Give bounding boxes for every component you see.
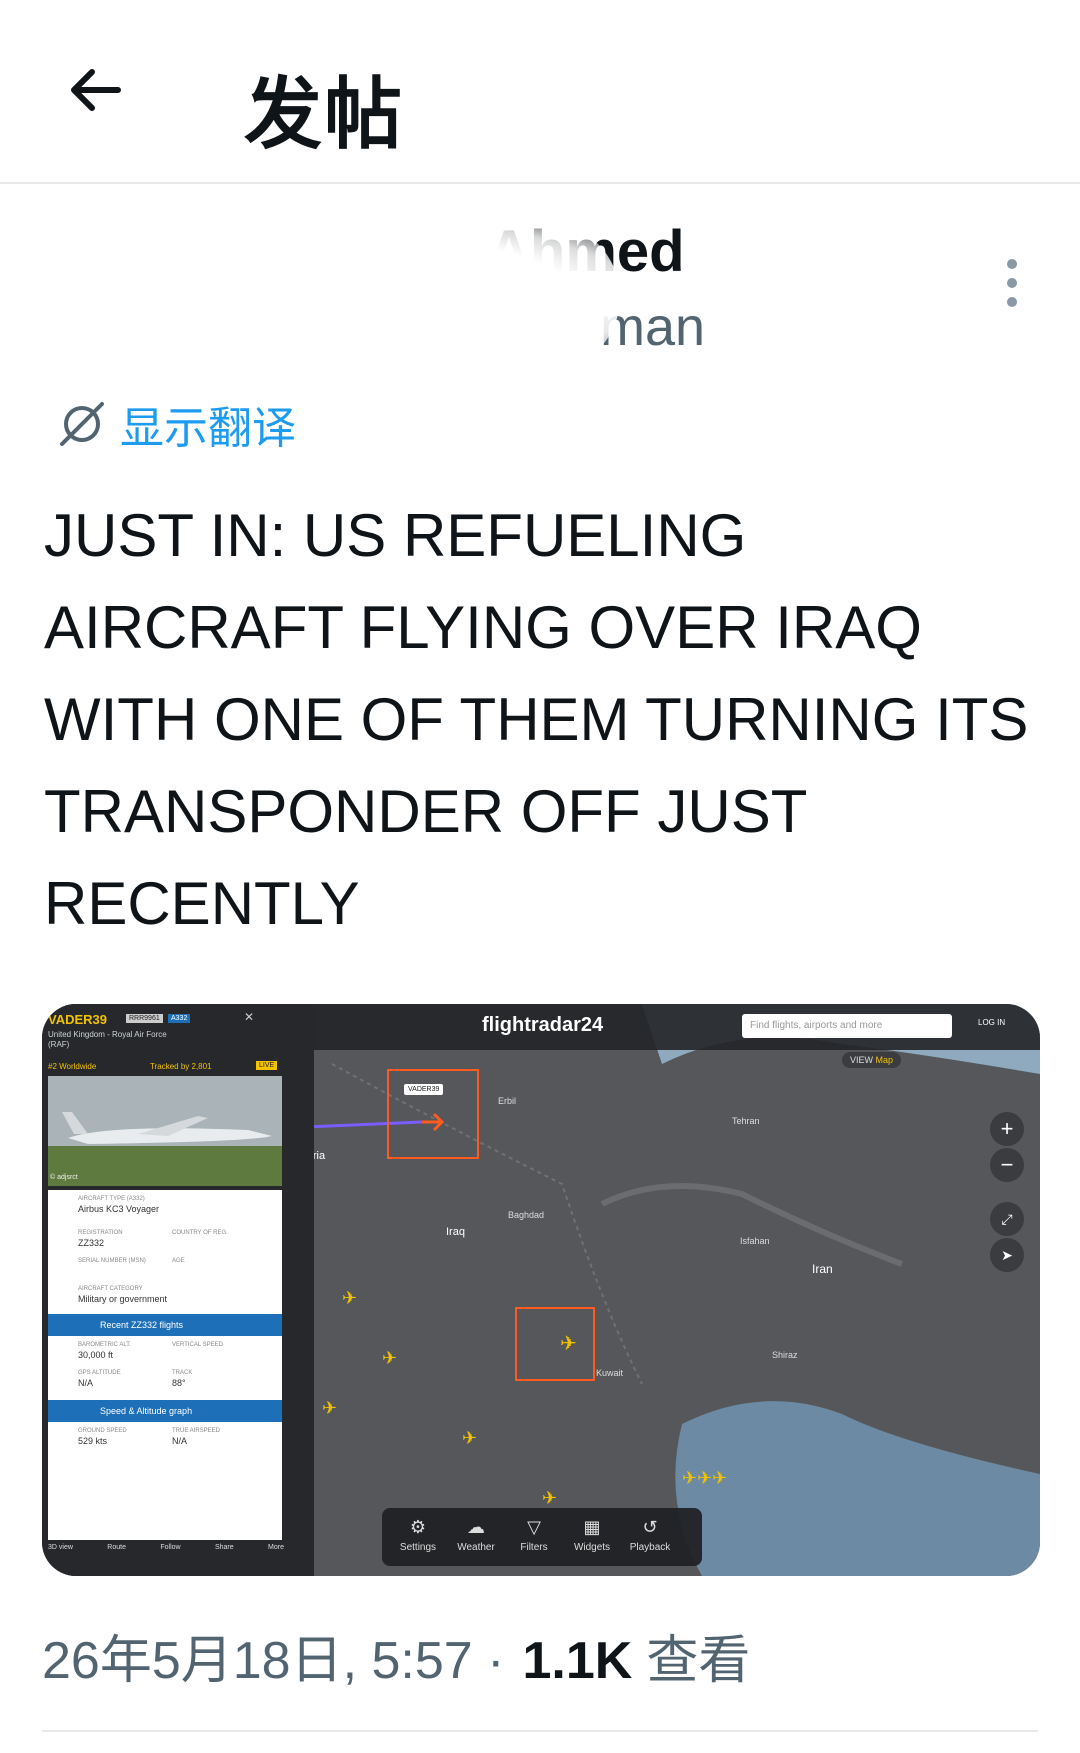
speed-altitude-graph-row[interactable]: Speed & Altitude graph: [48, 1400, 282, 1422]
recent-flights-row[interactable]: Recent ZZ332 flights: [48, 1314, 282, 1336]
post-text: JUST IN: US REFUELING AIRCRAFT FLYING OV…: [44, 502, 1029, 937]
show-translation-link[interactable]: 显示翻译: [58, 392, 296, 456]
svg-text:✈: ✈: [462, 1428, 477, 1449]
map-search-input[interactable]: Find flights, airports and more: [742, 1014, 952, 1038]
type-badge: A332: [168, 1014, 191, 1023]
operator-short: (RAF): [48, 1040, 70, 1049]
map-label-iran: Iran: [812, 1262, 833, 1276]
views-count: 1.1K: [522, 1632, 633, 1690]
ground-speed: 529 kts: [78, 1436, 108, 1446]
operator-name: United Kingdom - Royal Air Force: [48, 1030, 167, 1039]
tracked-count: Tracked by 2,801: [150, 1062, 212, 1071]
gear-icon: ⚙: [409, 1517, 427, 1537]
weather-icon: ☁: [467, 1517, 485, 1537]
track: 88°: [172, 1378, 186, 1388]
worldwide-rank: #2 Worldwide: [48, 1062, 97, 1071]
settings-button[interactable]: ⚙ Settings: [390, 1516, 446, 1553]
weather-button[interactable]: ☁ Weather: [448, 1516, 504, 1553]
playback-icon: ↺: [642, 1517, 658, 1537]
more-options-icon[interactable]: [1000, 258, 1024, 308]
post-timestamp: 26年5月18日, 5:57 ·: [42, 1632, 505, 1690]
panel-action-more[interactable]: More: [268, 1544, 284, 1551]
views-label: 查看: [646, 1631, 751, 1691]
true-airspeed-label: TRUE AIRSPEED: [172, 1428, 221, 1434]
baro-alt: 30,000 ft: [78, 1350, 114, 1360]
svg-text:✈: ✈: [342, 1288, 357, 1309]
panel-action-share[interactable]: Share: [215, 1544, 234, 1551]
category: Military or government: [78, 1294, 168, 1304]
gps-label: GPS ALTITUDE: [78, 1370, 121, 1376]
arrow-left-icon[interactable]: [60, 50, 140, 130]
registration: ZZ332: [78, 1238, 105, 1248]
category-label: AIRCRAFT CATEGORY: [78, 1286, 143, 1292]
live-badge: LIVE: [256, 1061, 278, 1070]
map-label-isfahan: Isfahan: [740, 1236, 770, 1246]
svg-text:✈: ✈: [322, 1398, 337, 1419]
photo-credit: © adjsrct: [50, 1174, 78, 1181]
map-label-erbil: Erbil: [498, 1096, 517, 1106]
post-image[interactable]: ✈ ✈ ✈ ✈ ✈ ✈✈✈ ✈ Syria Iraq Iran Baghdad …: [42, 1004, 1040, 1576]
panel-action-bar: 3D view Route Follow Share More: [48, 1544, 284, 1551]
redaction-blur: [40, 222, 620, 372]
aircraft-type: Airbus KC3 Voyager: [78, 1204, 160, 1214]
age-label: AGE: [172, 1258, 185, 1264]
view-label: VIEW: [850, 1055, 874, 1065]
translate-icon: [60, 402, 104, 446]
filters-button[interactable]: ▽ Filters: [506, 1516, 562, 1553]
map-label-tehran: Tehran: [732, 1116, 760, 1126]
svg-text:✈: ✈: [382, 1348, 397, 1369]
svg-text:✈: ✈: [560, 1331, 577, 1355]
baro-label: BAROMETRIC ALT.: [78, 1342, 131, 1348]
map-bottom-bar: ⚙ Settings ☁ Weather ▽ Filters ▦ Widgets ↺ Pl…: [382, 1508, 702, 1566]
post-meta: 26年5月18日, 5:57 · 1.1K 查看: [42, 1618, 750, 1693]
translate-label: 显示翻译: [120, 403, 296, 454]
registration-label: REGISTRATION: [78, 1230, 123, 1236]
flight-detail-panel: VADER39 RRR9961 A332 ✕ United Kingdom - …: [42, 1004, 314, 1576]
map-label-iraq: Iraq: [446, 1226, 465, 1238]
zoom-in-button[interactable]: +: [990, 1112, 1024, 1146]
locate-icon[interactable]: ➤: [990, 1238, 1024, 1272]
divider: [42, 1730, 1038, 1732]
gps-alt: N/A: [78, 1378, 94, 1388]
map-label-kuwait: Kuwait: [596, 1368, 624, 1378]
playback-button[interactable]: ↺ Playback: [622, 1516, 678, 1553]
widgets-button[interactable]: ▦ Widgets: [564, 1516, 620, 1553]
flight-badge: RRR9961: [126, 1014, 163, 1023]
country-label: COUNTRY OF REG.: [172, 1230, 228, 1236]
view-value: Map: [875, 1055, 894, 1065]
serial-label: SERIAL NUMBER (MSN): [78, 1258, 146, 1264]
close-icon[interactable]: ✕: [244, 1010, 254, 1024]
map-label-baghdad: Baghdad: [508, 1210, 545, 1220]
widgets-icon: ▦: [583, 1517, 601, 1537]
vader-map-tag[interactable]: VADER39: [404, 1084, 444, 1095]
panel-action-follow[interactable]: Follow: [160, 1544, 180, 1551]
aircraft-type-label: AIRCRAFT TYPE (A332): [78, 1196, 145, 1202]
view-selector[interactable]: VIEW Map: [842, 1052, 902, 1068]
zoom-out-button[interactable]: −: [990, 1148, 1024, 1182]
top-bar: [0, 0, 1080, 184]
svg-text:✈✈✈: ✈✈✈: [682, 1468, 727, 1489]
ground-speed-label: GROUND SPEED: [78, 1428, 127, 1434]
map-label-shiraz: Shiraz: [772, 1350, 798, 1360]
detail-card: AIRCRAFT TYPE (A332) Airbus KC3 Voyager …: [48, 1190, 282, 1540]
svg-text:✈: ✈: [542, 1488, 557, 1509]
true-airspeed: N/A: [172, 1436, 188, 1446]
flightradar-logo: flightradar24: [482, 1014, 604, 1036]
track-label: TRACK: [172, 1370, 193, 1376]
flight-callsign: VADER39: [48, 1012, 108, 1027]
login-button[interactable]: LOG IN: [978, 1018, 1005, 1027]
panel-action-route[interactable]: Route: [107, 1544, 126, 1551]
aircraft-photo[interactable]: [48, 1076, 282, 1186]
vertical-speed-label: VERTICAL SPEED: [172, 1342, 224, 1348]
fullscreen-icon[interactable]: ⤢: [990, 1202, 1024, 1236]
panel-action-3d-view[interactable]: 3D view: [48, 1544, 73, 1551]
page-title: 发帖: [244, 70, 405, 160]
filter-icon: ▽: [527, 1517, 541, 1537]
